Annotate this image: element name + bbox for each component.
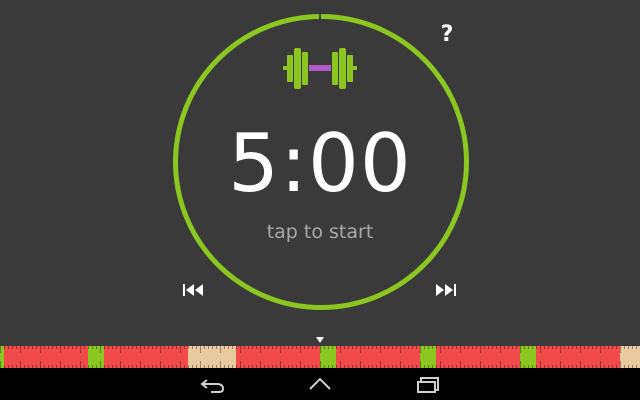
ruler-segment xyxy=(236,346,320,368)
recents-icon xyxy=(417,377,439,393)
skip-previous-button[interactable] xyxy=(181,280,205,300)
home-icon xyxy=(309,377,331,390)
skip-previous-icon xyxy=(183,284,203,296)
ruler-segment xyxy=(620,346,640,368)
timer-screen[interactable]: 5:00 tap to start ? xyxy=(0,0,640,346)
ruler-segment xyxy=(320,346,336,368)
system-nav-bar xyxy=(0,368,640,400)
ruler-segment xyxy=(536,346,620,368)
ruler-segment xyxy=(88,346,104,368)
triangle-down-icon xyxy=(316,337,324,343)
ruler-segment xyxy=(420,346,436,368)
skip-next-icon xyxy=(436,284,456,296)
ring-top-tick xyxy=(319,13,321,21)
tap-to-start-hint: tap to start xyxy=(266,221,374,243)
back-button[interactable] xyxy=(199,374,227,394)
help-button[interactable]: ? xyxy=(436,22,458,50)
timer-display[interactable]: 5:00 xyxy=(0,116,640,212)
recents-button[interactable] xyxy=(415,374,443,394)
back-icon xyxy=(200,379,225,393)
time-ruler[interactable] xyxy=(0,346,640,368)
home-button[interactable] xyxy=(306,374,334,394)
ruler-scale xyxy=(0,346,640,368)
ruler-segment xyxy=(336,346,420,368)
ruler-segment xyxy=(436,346,520,368)
skip-next-button[interactable] xyxy=(434,280,458,300)
ruler-segment xyxy=(188,346,236,368)
ruler-segment xyxy=(520,346,536,368)
ruler-segment xyxy=(4,346,88,368)
ruler-segment xyxy=(104,346,188,368)
